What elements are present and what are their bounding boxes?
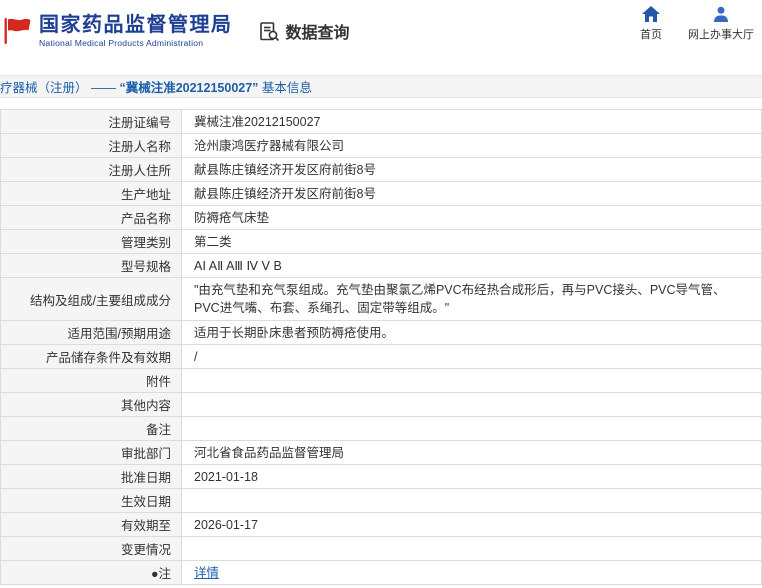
breadcrumb-prefix: 疗器械（注册） —— [0,77,119,96]
row-label: 注册人名称 [1,134,182,158]
site-title: 国家药品监督管理局 [39,14,233,36]
table-row: ●注详情 [1,561,762,585]
row-label: 注册人住所 [1,158,182,182]
info-table-body: 注册证编号冀械注准20212150027注册人名称沧州康鸿医疗器械有限公司注册人… [1,110,762,585]
breadcrumb: 疗器械（注册） —— “冀械注准20212150027” 基本信息 [0,75,762,98]
row-value: 详情 [182,561,762,585]
row-label: 型号规格 [1,254,182,278]
table-row: 适用范围/预期用途适用于长期卧床患者预防褥疮使用。 [1,321,762,345]
table-row: 审批部门河北省食品药品监督管理局 [1,441,762,465]
table-row: 备注 [1,417,762,441]
row-value: AⅠ AⅡ AⅢ Ⅳ Ⅴ B [182,254,762,278]
row-value: 2026-01-17 [182,513,762,537]
table-row: 有效期至2026-01-17 [1,513,762,537]
row-label: 生效日期 [1,489,182,513]
table-row: 结构及组成/主要组成成分"由充气垫和充气泵组成。充气垫由聚氯乙烯PVC布经热合成… [1,278,762,321]
nav-service-hall[interactable]: 网上办事大厅 [688,6,754,42]
nav-home-label: 首页 [640,26,662,42]
row-value: 冀械注准20212150027 [182,110,762,134]
row-value [182,489,762,513]
row-label: ●注 [1,561,182,585]
user-icon [713,6,729,22]
row-label: 生产地址 [1,182,182,206]
table-row: 产品储存条件及有效期/ [1,345,762,369]
flag-icon [2,16,32,46]
row-value: 献县陈庄镇经济开发区府前街8号 [182,158,762,182]
nav-service-hall-label: 网上办事大厅 [688,26,754,42]
table-row: 其他内容 [1,393,762,417]
table-row: 注册人住所献县陈庄镇经济开发区府前街8号 [1,158,762,182]
detail-link[interactable]: 详情 [194,566,219,580]
table-row: 注册人名称沧州康鸿医疗器械有限公司 [1,134,762,158]
table-row: 注册证编号冀械注准20212150027 [1,110,762,134]
table-row: 批准日期2021-01-18 [1,465,762,489]
row-value: 防褥疮气床垫 [182,206,762,230]
row-label: 其他内容 [1,393,182,417]
row-value: 沧州康鸿医疗器械有限公司 [182,134,762,158]
home-icon [642,6,660,22]
data-query-heading: 数据查询 [259,19,350,43]
row-label: 管理类别 [1,230,182,254]
breadcrumb-number: “冀械注准20212150027” [119,77,258,96]
row-value [182,537,762,561]
table-row: 变更情况 [1,537,762,561]
breadcrumb-suffix: 基本信息 [258,77,311,96]
row-label: 有效期至 [1,513,182,537]
row-label: 变更情况 [1,537,182,561]
row-value: / [182,345,762,369]
data-query-icon [259,21,280,42]
table-row: 附件 [1,369,762,393]
nav-home[interactable]: 首页 [640,6,662,42]
row-value [182,369,762,393]
row-label: 批准日期 [1,465,182,489]
info-table: 注册证编号冀械注准20212150027注册人名称沧州康鸿医疗器械有限公司注册人… [0,109,762,585]
row-label: 结构及组成/主要组成成分 [1,278,182,321]
row-value: "由充气垫和充气泵组成。充气垫由聚氯乙烯PVC布经热合成形后，再与PVC接头、P… [182,278,762,321]
nmpa-logo: 国家药品监督管理局 National Medical Products Admi… [2,14,233,48]
row-value: 河北省食品药品监督管理局 [182,441,762,465]
row-value: 适用于长期卧床患者预防褥疮使用。 [182,321,762,345]
row-value: 献县陈庄镇经济开发区府前街8号 [182,182,762,206]
row-value: 第二类 [182,230,762,254]
logo-text: 国家药品监督管理局 National Medical Products Admi… [39,14,233,48]
row-label: 产品储存条件及有效期 [1,345,182,369]
table-row: 管理类别第二类 [1,230,762,254]
table-row: 生产地址献县陈庄镇经济开发区府前街8号 [1,182,762,206]
row-label: 审批部门 [1,441,182,465]
row-value [182,393,762,417]
row-label: 注册证编号 [1,110,182,134]
row-label: 备注 [1,417,182,441]
row-label: 适用范围/预期用途 [1,321,182,345]
row-value [182,417,762,441]
top-nav: 首页 网上办事大厅 [640,6,754,42]
table-row: 产品名称防褥疮气床垫 [1,206,762,230]
header: 国家药品监督管理局 National Medical Products Admi… [0,0,762,62]
row-value: 2021-01-18 [182,465,762,489]
table-row: 型号规格AⅠ AⅡ AⅢ Ⅳ Ⅴ B [1,254,762,278]
row-label: 产品名称 [1,206,182,230]
row-label: 附件 [1,369,182,393]
site-subtitle: National Medical Products Administration [39,38,233,48]
data-query-label: 数据查询 [286,19,350,43]
table-row: 生效日期 [1,489,762,513]
